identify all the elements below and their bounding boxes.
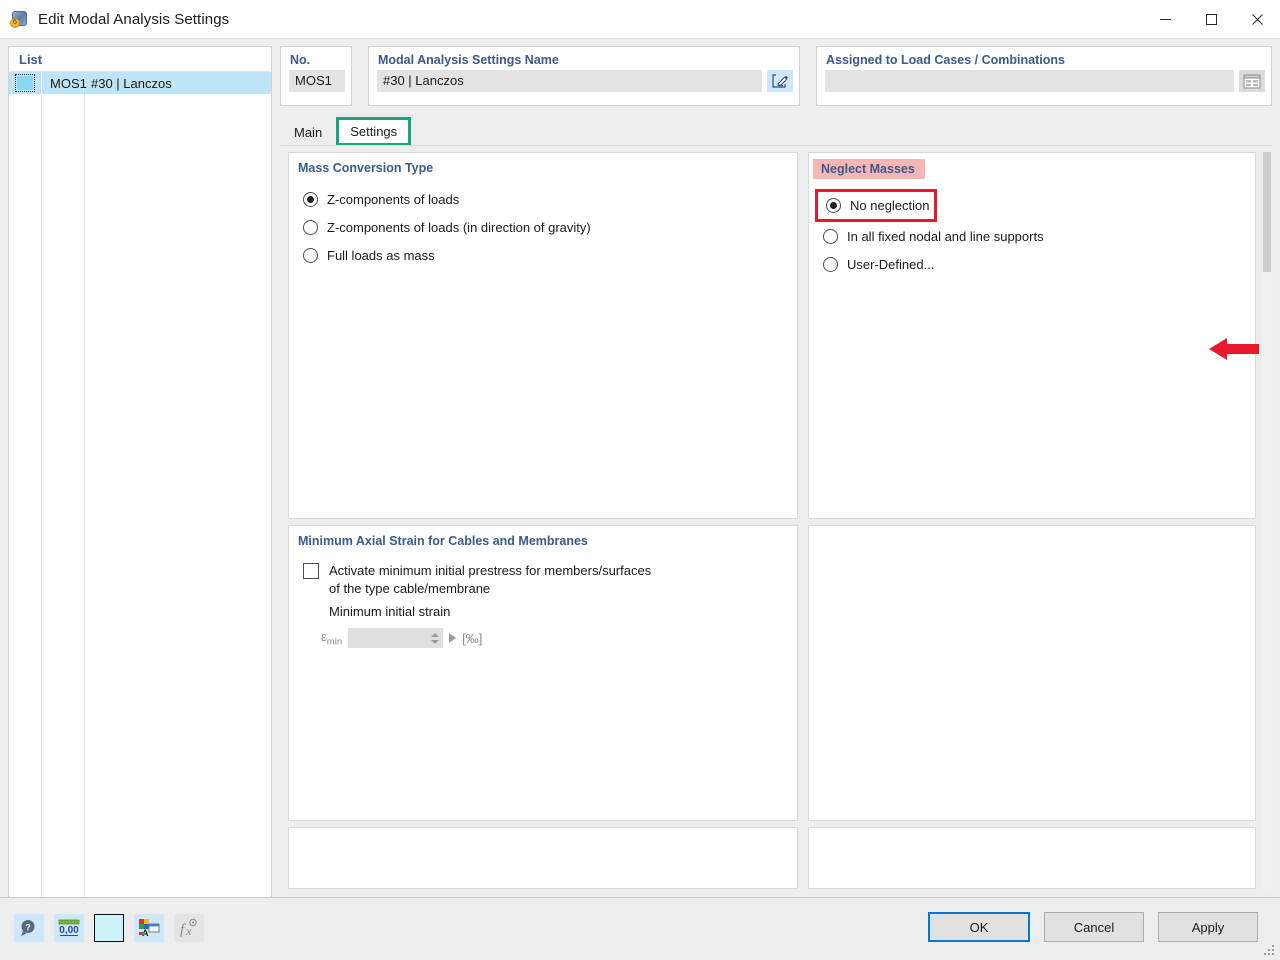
apply-button[interactable]: Apply [1158,912,1258,942]
radio-all-fixed-nodal-line-supports[interactable]: In all fixed nodal and line supports [809,222,1255,250]
no-label: No. [281,47,351,67]
min-initial-strain-unit: [‰] [462,631,482,646]
mass-conversion-title: Mass Conversion Type [289,153,433,175]
empty-panel-right-middle [808,525,1256,821]
svg-text:0,00: 0,00 [59,925,79,936]
window-controls [1142,0,1280,38]
checkbox-label-line2: of the type cable/membrane [329,581,490,596]
list-item-no: MOS1 [42,76,84,91]
min-axial-strain-panel: Minimum Axial Strain for Cables and Memb… [288,525,798,821]
radio-z-components-of-loads[interactable]: Z-components of loads [289,185,797,213]
radio-z-components-gravity[interactable]: Z-components of loads (in direction of g… [289,213,797,241]
radio-label: User-Defined... [847,257,934,272]
min-initial-strain-input[interactable] [348,628,443,648]
radio-label: In all fixed nodal and line supports [847,229,1044,244]
svg-text:?: ? [25,922,31,932]
radio-icon [303,192,318,207]
radio-icon [303,248,318,263]
empty-panel-left-bottom [288,827,798,889]
assigned-input[interactable] [825,70,1234,92]
min-axial-strain-title: Minimum Axial Strain for Cables and Memb… [289,526,588,548]
tab-main[interactable]: Main [280,119,336,146]
radio-label: No neglection [850,198,930,213]
annotation-arrow-icon [1209,334,1261,364]
epsilon-min-symbol: εmin [321,629,342,648]
svg-text:x: x [185,924,192,938]
number-format-icon[interactable]: 0,00 [54,914,84,942]
resize-grip[interactable] [1264,945,1276,957]
no-box: No. MOS1 [280,46,352,106]
assigned-box: Assigned to Load Cases / Combinations [816,46,1272,106]
assigned-label: Assigned to Load Cases / Combinations [817,47,1271,67]
fx-formula-icon[interactable]: f x [174,914,204,942]
radio-icon [823,257,838,272]
app-cube-icon: 6 [10,9,30,29]
radio-no-neglection[interactable]: No neglection [815,189,937,222]
mass-conversion-panel: Mass Conversion Type Z-components of loa… [288,152,798,519]
maximize-button[interactable] [1188,0,1234,38]
bottom-tool-group: ? 0,00 A [14,914,204,942]
ok-button[interactable]: OK [928,912,1030,942]
radio-label: Z-components of loads (in direction of g… [327,220,591,235]
list-item-checkbox[interactable] [9,72,42,94]
display-properties-icon[interactable]: A [134,914,164,942]
list-item[interactable]: MOS1 #30 | Lanczos [9,72,271,94]
dialog-bottom-bar: ? 0,00 A [0,897,1280,960]
color-swatch-icon[interactable] [94,914,124,942]
activate-min-prestress-checkbox-row[interactable]: Activate minimum initial prestress for m… [289,548,797,598]
dialog-action-buttons: OK Cancel Apply [928,912,1258,942]
checkbox-label-line1: Activate minimum initial prestress for m… [329,563,651,578]
value-picker-icon[interactable] [449,633,456,643]
tab-bar: Main Settings [280,116,1272,146]
table-window-icon[interactable] [1239,70,1265,92]
content-scrollbar[interactable] [1262,152,1272,889]
name-box: Modal Analysis Settings Name #30 | Lancz… [368,46,800,106]
settings-tab-content: Mass Conversion Type Z-components of loa… [280,145,1272,906]
empty-panel-right-bottom [808,827,1256,889]
radio-icon [303,220,318,235]
main-area: No. MOS1 Modal Analysis Settings Name #3… [280,46,1272,936]
neglect-masses-panel: Neglect Masses No neglection In all fixe… [808,152,1256,519]
radio-label: Z-components of loads [327,192,459,207]
no-value: MOS1 [289,70,345,92]
list-rows: MOS1 #30 | Lanczos [9,72,271,891]
tab-settings[interactable]: Settings [336,117,411,146]
scrollbar-thumb[interactable] [1263,152,1271,272]
checkbox-icon[interactable] [303,563,319,579]
min-initial-strain-label: Minimum initial strain [289,604,797,619]
edit-pencil-icon[interactable] [767,70,793,92]
spinner-arrows[interactable] [429,629,441,647]
minimize-button[interactable] [1142,0,1188,38]
list-panel: List MOS1 #30 | Lanczos [8,46,272,936]
radio-icon [826,198,841,213]
radio-icon [823,229,838,244]
window-title: Edit Modal Analysis Settings [38,11,229,28]
dialog-body: List MOS1 #30 | Lanczos [0,38,1280,960]
min-initial-strain-row: εmin [‰] [289,628,797,648]
radio-full-loads-as-mass[interactable]: Full loads as mass [289,241,797,269]
name-label: Modal Analysis Settings Name [369,47,799,67]
list-header-label: List [9,47,271,72]
radio-label: Full loads as mass [327,248,435,263]
cancel-button[interactable]: Cancel [1044,912,1144,942]
window-title-bar: 6 Edit Modal Analysis Settings [0,0,1280,39]
help-magnifier-icon[interactable]: ? [14,914,44,942]
radio-user-defined[interactable]: User-Defined... [809,250,1255,278]
list-item-name: #30 | Lanczos [84,76,172,91]
close-button[interactable] [1234,0,1280,38]
neglect-masses-title: Neglect Masses [813,159,925,179]
name-input[interactable]: #30 | Lanczos [377,70,762,92]
